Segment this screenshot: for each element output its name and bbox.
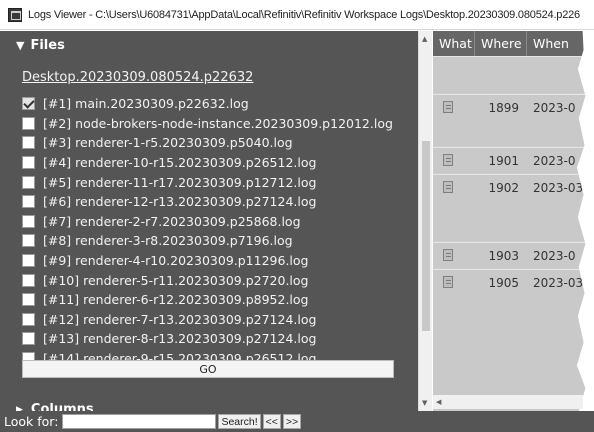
file-label: [#12] renderer-7-r13.20230309.p27124.log bbox=[43, 311, 317, 327]
cell-what bbox=[433, 175, 475, 241]
look-for-label: Look for: bbox=[4, 414, 59, 429]
cell-what bbox=[433, 270, 475, 411]
cell-where: 1905 bbox=[488, 276, 519, 290]
file-label: [#3] renderer-1-r5.20230309.p5040.log bbox=[43, 135, 293, 151]
file-checkbox[interactable] bbox=[22, 175, 35, 189]
file-checkbox[interactable] bbox=[22, 273, 35, 287]
file-checkbox[interactable] bbox=[22, 156, 35, 170]
table-row[interactable]: 1901 2023-0 bbox=[433, 147, 594, 173]
file-checkbox[interactable] bbox=[22, 195, 35, 209]
file-item[interactable]: [#5] renderer-11-r17.20230309.p12712.log bbox=[22, 172, 393, 192]
file-list: [#1] main.20230309.p22632.log [#2] node-b… bbox=[22, 94, 393, 368]
file-label: [#5] renderer-11-r17.20230309.p12712.log bbox=[43, 174, 317, 190]
file-label: [#11] renderer-6-r12.20230309.p8952.log bbox=[43, 292, 309, 308]
cell-what bbox=[433, 148, 475, 173]
search-input[interactable] bbox=[62, 414, 217, 429]
cell-what bbox=[433, 57, 475, 93]
session-link[interactable]: Desktop.20230309.080524.p22632 bbox=[22, 70, 253, 85]
cell-what bbox=[433, 95, 475, 146]
file-checkbox[interactable] bbox=[22, 312, 35, 326]
file-item[interactable]: [#9] renderer-4-r10.20230309.p11296.log bbox=[22, 251, 393, 271]
table-row[interactable] bbox=[433, 56, 594, 93]
table-header: What Where When bbox=[433, 31, 594, 56]
file-item[interactable]: [#12] renderer-7-r13.20230309.p27124.log bbox=[22, 310, 393, 330]
collapse-triangle-icon: ▼ bbox=[16, 39, 25, 52]
cell-where: 1901 bbox=[488, 154, 519, 168]
table-row[interactable]: 1903 2023-0 bbox=[433, 242, 594, 268]
columns-section-toggle[interactable]: ▶ Columns bbox=[16, 402, 94, 411]
file-item[interactable]: [#8] renderer-3-r8.20230309.p7196.log bbox=[22, 231, 393, 251]
columns-section-title: Columns bbox=[30, 402, 94, 411]
file-checkbox[interactable] bbox=[22, 254, 35, 268]
file-label: [#6] renderer-12-r13.20230309.p27124.log bbox=[43, 194, 317, 210]
file-checkbox[interactable] bbox=[22, 332, 35, 346]
file-item[interactable]: [#4] renderer-10-r15.20230309.p26512.log bbox=[22, 153, 393, 173]
table-row[interactable]: 1902 2023-03 bbox=[433, 174, 594, 241]
log-table: What Where When 1899 2023-0 1901 2023-0 1902… bbox=[433, 31, 594, 411]
files-section-title: Files bbox=[30, 38, 65, 53]
log-doc-icon[interactable] bbox=[443, 276, 453, 288]
vertical-scrollbar[interactable]: ▲ ▼ bbox=[418, 31, 432, 411]
file-checkbox[interactable] bbox=[22, 234, 35, 248]
file-item[interactable]: [#3] renderer-1-r5.20230309.p5040.log bbox=[22, 133, 393, 153]
files-panel: ▼ Files Desktop.20230309.080524.p22632 [… bbox=[0, 31, 418, 411]
cell-what bbox=[433, 243, 475, 268]
files-section-toggle[interactable]: ▼ Files bbox=[16, 38, 65, 53]
file-label: [#4] renderer-10-r15.20230309.p26512.log bbox=[43, 155, 317, 171]
log-doc-icon[interactable] bbox=[443, 249, 453, 261]
search-bar: Look for: Search! << >> bbox=[0, 411, 594, 432]
file-checkbox[interactable] bbox=[22, 214, 35, 228]
file-item[interactable]: [#2] node-brokers-node-instance.20230309… bbox=[22, 114, 393, 134]
title-bar: Logs Viewer - C:\Users\U6084731\AppData\… bbox=[0, 0, 594, 30]
cell-where: 1902 bbox=[488, 181, 519, 195]
file-label: [#13] renderer-8-r13.20230309.p27124.log bbox=[43, 331, 317, 347]
log-doc-icon[interactable] bbox=[443, 154, 453, 166]
next-match-button[interactable]: >> bbox=[282, 414, 302, 429]
table-row[interactable]: 1899 2023-0 bbox=[433, 94, 594, 146]
previous-match-button[interactable]: << bbox=[262, 414, 281, 429]
file-label: [#1] main.20230309.p22632.log bbox=[43, 96, 249, 112]
file-checkbox[interactable] bbox=[22, 293, 35, 307]
file-label: [#8] renderer-3-r8.20230309.p7196.log bbox=[43, 233, 293, 249]
horizontal-scrollbar[interactable]: ◀ bbox=[433, 395, 583, 409]
cell-where: 1903 bbox=[488, 249, 519, 263]
file-checkbox[interactable] bbox=[22, 97, 35, 111]
table-row[interactable]: 1905 2023-03 bbox=[433, 269, 594, 411]
log-doc-icon[interactable] bbox=[443, 181, 453, 193]
scroll-up-arrow-icon[interactable]: ▲ bbox=[422, 35, 427, 43]
cell-where bbox=[475, 57, 527, 93]
log-doc-icon[interactable] bbox=[443, 101, 453, 113]
window-title: Logs Viewer - C:\Users\U6084731\AppData\… bbox=[28, 8, 580, 21]
file-label: [#2] node-brokers-node-instance.20230309… bbox=[43, 115, 393, 131]
go-button[interactable]: GO bbox=[22, 360, 394, 378]
cell-where: 1899 bbox=[488, 101, 519, 115]
file-item[interactable]: [#7] renderer-2-r7.20230309.p25868.log bbox=[22, 212, 393, 232]
scroll-left-arrow-icon[interactable]: ◀ bbox=[436, 398, 441, 406]
scroll-thumb[interactable] bbox=[422, 141, 430, 331]
file-item[interactable]: [#10] renderer-5-r11.20230309.p2720.log bbox=[22, 270, 393, 290]
file-label: [#10] renderer-5-r11.20230309.p2720.log bbox=[43, 272, 309, 288]
search-button[interactable]: Search! bbox=[218, 414, 261, 429]
app-icon bbox=[8, 7, 22, 22]
file-item[interactable]: [#1] main.20230309.p22632.log bbox=[22, 94, 393, 114]
file-item[interactable]: [#11] renderer-6-r12.20230309.p8952.log bbox=[22, 290, 393, 310]
file-label: [#9] renderer-4-r10.20230309.p11296.log bbox=[43, 253, 309, 269]
column-header-where[interactable]: Where bbox=[475, 31, 527, 56]
file-checkbox[interactable] bbox=[22, 116, 35, 130]
file-label: [#7] renderer-2-r7.20230309.p25868.log bbox=[43, 213, 301, 229]
column-header-what[interactable]: What bbox=[433, 31, 475, 56]
file-checkbox[interactable] bbox=[22, 136, 35, 150]
file-item[interactable]: [#6] renderer-12-r13.20230309.p27124.log bbox=[22, 192, 393, 212]
file-item[interactable]: [#13] renderer-8-r13.20230309.p27124.log bbox=[22, 329, 393, 349]
scroll-down-arrow-icon[interactable]: ▼ bbox=[422, 399, 427, 407]
